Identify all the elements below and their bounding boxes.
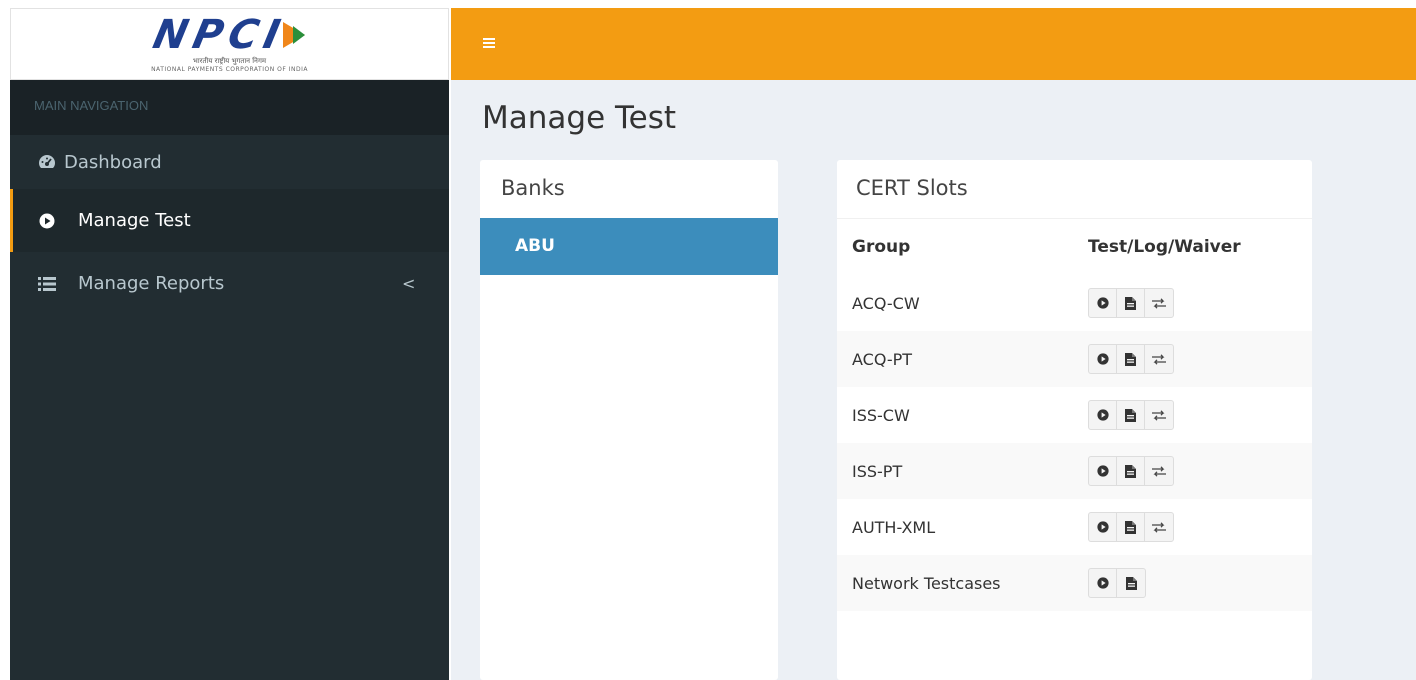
table-row: ISS-PT xyxy=(837,443,1312,499)
test-button[interactable] xyxy=(1089,513,1117,541)
play-icon xyxy=(1096,465,1109,477)
play-icon xyxy=(1096,577,1109,589)
exchange-icon xyxy=(1152,521,1166,533)
log-button[interactable] xyxy=(1117,289,1145,317)
action-button-group xyxy=(1088,512,1174,542)
actions-cell xyxy=(1082,387,1312,443)
table-row: Network Testcases xyxy=(837,555,1312,611)
waiver-button[interactable] xyxy=(1145,289,1173,317)
play-icon xyxy=(1096,297,1109,309)
sidebar-header: MAIN NAVIGATION xyxy=(10,80,449,135)
actions-cell xyxy=(1082,443,1312,499)
log-button[interactable] xyxy=(1117,569,1145,597)
file-icon xyxy=(1125,576,1137,590)
table-row: ACQ-PT xyxy=(837,331,1312,387)
group-cell: ACQ-CW xyxy=(852,293,920,313)
table-row: AUTH-XML xyxy=(837,499,1312,555)
play-icon xyxy=(1096,409,1109,421)
cert-slots-panel: CERT Slots Group Test/Log/Waiver ACQ-CW A… xyxy=(837,160,1312,680)
file-icon xyxy=(1125,408,1136,422)
file-icon xyxy=(1125,464,1136,478)
test-button[interactable] xyxy=(1089,569,1117,597)
hamburger-menu-icon[interactable] xyxy=(483,38,495,48)
logo-subtitle-hindi: भारतीय राष्ट्रीय भुगतान निगम xyxy=(192,57,267,65)
sidebar-item-manage-reports[interactable]: Manage Reports < xyxy=(10,252,449,315)
logo-arrow-green xyxy=(293,26,306,44)
waiver-button[interactable] xyxy=(1145,401,1173,429)
log-button[interactable] xyxy=(1117,457,1145,485)
chevron-left-icon[interactable]: < xyxy=(402,274,415,293)
exchange-icon xyxy=(1152,297,1166,309)
top-navbar xyxy=(451,8,1416,80)
logo-mark: NPCI xyxy=(149,12,306,58)
banks-panel: Banks ABU xyxy=(480,160,778,680)
list-icon xyxy=(38,275,56,293)
logo-subtitle-english: NATIONAL PAYMENTS CORPORATION OF INDIA xyxy=(151,66,308,73)
sidebar-item-manage-test[interactable]: Manage Test xyxy=(10,189,449,252)
play-icon xyxy=(1096,521,1109,533)
play-circle-icon xyxy=(38,212,56,230)
sidebar: MAIN NAVIGATION Dashboard Manage Test Ma… xyxy=(10,80,449,680)
group-cell: ACQ-PT xyxy=(837,331,1082,387)
exchange-icon xyxy=(1152,465,1166,477)
group-cell: ISS-PT xyxy=(837,443,1082,499)
log-button[interactable] xyxy=(1117,345,1145,373)
action-button-group xyxy=(1088,568,1146,598)
sidebar-item-label: Manage Test xyxy=(78,210,191,231)
sidebar-item-label: Dashboard xyxy=(64,151,162,173)
action-button-group xyxy=(1088,400,1174,430)
sidebar-item-dashboard[interactable]: Dashboard xyxy=(10,135,449,189)
file-icon xyxy=(1125,520,1136,534)
dashboard-icon xyxy=(38,153,56,171)
cert-slots-table: Group Test/Log/Waiver ACQ-CW ACQ-PT ISS-CW… xyxy=(837,218,1312,611)
exchange-icon xyxy=(1152,353,1166,365)
sidebar-item-label: Manage Reports xyxy=(78,273,225,294)
waiver-button[interactable] xyxy=(1145,457,1173,485)
test-button[interactable] xyxy=(1089,457,1117,485)
waiver-button[interactable] xyxy=(1145,345,1173,373)
waiver-button[interactable] xyxy=(1145,513,1173,541)
table-row: ISS-CW xyxy=(837,387,1312,443)
test-button[interactable] xyxy=(1089,345,1117,373)
log-button[interactable] xyxy=(1117,401,1145,429)
cert-slots-body: ACQ-CW ACQ-PT ISS-CW ISS-PT AUTH-XML Network … xyxy=(837,275,1312,611)
group-cell: AUTH-XML xyxy=(852,517,936,537)
action-button-group xyxy=(1088,288,1174,318)
column-header-group: Group xyxy=(837,218,1082,275)
column-header-actions: Test/Log/Waiver xyxy=(1082,218,1312,275)
table-row: ACQ-CW xyxy=(837,275,1312,331)
cert-slots-title: CERT Slots xyxy=(856,176,968,200)
npci-logo[interactable]: NPCI भारतीय राष्ट्रीय भुगतान निगम NATION… xyxy=(10,8,449,80)
actions-cell xyxy=(1082,331,1312,387)
play-icon xyxy=(1096,353,1109,365)
page-title: Manage Test xyxy=(482,100,677,136)
log-button[interactable] xyxy=(1117,513,1145,541)
actions-cell xyxy=(1082,555,1312,611)
bank-item-abu[interactable]: ABU xyxy=(480,218,778,275)
test-button[interactable] xyxy=(1089,401,1117,429)
actions-cell xyxy=(1082,275,1312,331)
actions-cell xyxy=(1082,499,1312,555)
group-cell: ISS-CW xyxy=(852,405,910,425)
exchange-icon xyxy=(1152,409,1166,421)
table-header-row: Group Test/Log/Waiver xyxy=(837,218,1312,275)
action-button-group xyxy=(1088,344,1174,374)
group-cell: Network Testcases xyxy=(837,555,1082,611)
file-icon xyxy=(1125,296,1136,310)
test-button[interactable] xyxy=(1089,289,1117,317)
file-icon xyxy=(1125,352,1136,366)
logo-brand-text: NPCI xyxy=(149,12,290,58)
action-button-group xyxy=(1088,456,1174,486)
banks-title: Banks xyxy=(501,176,565,200)
